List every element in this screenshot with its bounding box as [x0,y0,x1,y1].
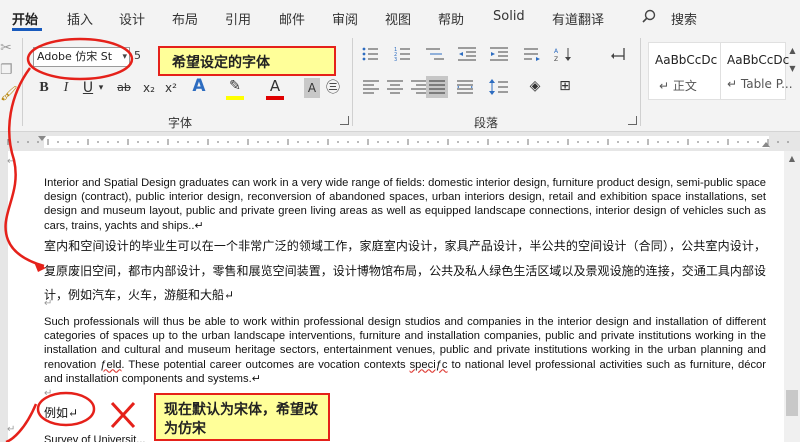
margin-mark: ↵ [7,156,16,167]
format-painter-icon[interactable]: 🖌 [0,84,18,104]
increase-indent-icon[interactable] [490,46,512,62]
text-effects-icon[interactable]: A [190,76,208,96]
group-separator [22,38,23,126]
chevron-down-icon[interactable]: ▼ [785,60,800,78]
superscript-icon[interactable]: x² [162,78,180,98]
align-center-icon[interactable] [386,78,406,96]
chevron-down-icon[interactable]: ▾ [122,48,127,66]
justify-icon[interactable] [426,76,448,98]
decrease-indent-icon[interactable] [458,46,480,62]
paragraph-mark: ↵ [44,298,53,309]
svg-text:A: A [554,48,559,55]
search-label[interactable]: 搜索 [671,9,697,28]
tab-youdao-translate[interactable]: 有道翻译 [552,9,604,28]
enclose-characters-icon[interactable]: ㊂ [324,78,342,98]
font-dialog-launcher-icon[interactable] [340,116,349,125]
ribbon-home: ✂ ❐ 🖌 Adobe 仿宋 St ▾ 5 B I U ▾ ab x₂ x² A… [0,32,800,132]
character-shading-icon[interactable]: A [304,78,320,98]
tab-design[interactable]: 设计 [119,9,145,28]
copy-icon[interactable]: ❐ [0,60,13,80]
tab-view[interactable]: 视图 [385,9,411,28]
shading-icon[interactable]: ◈ [526,76,544,96]
highlight-color-icon[interactable]: ✎ [226,76,244,96]
font-color-icon[interactable]: A [266,76,284,96]
sort-icon[interactable]: AZ [554,46,576,62]
distributed-icon[interactable] [456,78,476,96]
style-table-paragraph[interactable]: AaBbCcDc ↵ Table P... [720,42,793,100]
borders-icon[interactable]: ⊞ [556,76,574,96]
tab-references[interactable]: 引用 [225,9,251,28]
paragraph-group-label: 段落 [474,116,499,130]
style-name: ↵ Table P... [727,77,793,91]
scroll-up-icon[interactable]: ▲ [786,154,798,163]
style-sample: AaBbCcDc [727,53,790,67]
cut-icon[interactable]: ✂ [0,38,12,58]
chevron-up-icon[interactable]: ▲ [785,42,800,60]
annotation-callout-font: 希望设定的字体 [158,46,336,76]
styles-gallery-scroll[interactable]: ▲ ▼ [785,42,800,100]
annotation-callout-default: 现在默认为宋体，希望改为仿宋 [154,393,330,441]
scrollbar-thumb[interactable] [786,390,798,416]
group-separator [352,38,353,126]
ruler-ticks [7,136,789,147]
paragraph-text: . These potential career outcomes are vo… [121,358,410,371]
show-formatting-marks-icon[interactable] [610,46,628,62]
line-spacing-icon[interactable] [488,78,510,96]
svg-text:Z: Z [554,56,558,62]
misspelled-word[interactable]: speciƒc [410,359,448,371]
font-name-value: Adobe 仿宋 St [37,50,113,63]
style-normal[interactable]: AaBbCcDc ↵ 正文 [648,42,726,100]
tab-review[interactable]: 审阅 [332,9,358,28]
misspelled-word[interactable]: ƒeld [100,359,121,371]
paragraph-mark: ↵ [44,388,53,399]
font-color-swatch [266,96,284,100]
horizontal-ruler[interactable] [0,133,800,151]
bullets-icon[interactable] [362,46,384,62]
font-name-combo[interactable]: Adobe 仿宋 St ▾ [33,47,130,67]
tab-home[interactable]: 开始 [12,9,38,28]
chevron-down-icon[interactable]: ▾ [96,78,106,98]
tab-layout[interactable]: 布局 [172,9,198,28]
right-indent-marker-icon[interactable] [762,142,770,147]
ribbon-tab-bar: 开始 插入 设计 布局 引用 邮件 审阅 视图 帮助 Solid 有道翻译 搜索 [0,0,800,32]
numbering-icon[interactable]: 1 2 3 [394,46,416,62]
bold-icon[interactable]: B [36,78,52,98]
tab-mailings[interactable]: 邮件 [279,9,305,28]
partial-heading[interactable]: Survey of Universit... [44,434,145,442]
tab-insert[interactable]: 插入 [67,9,93,28]
paragraph-english-2[interactable]: Such professionals will thus be able to … [44,315,766,386]
italic-icon[interactable]: I [58,78,74,98]
underline-icon[interactable]: U [80,78,96,98]
tab-help[interactable]: 帮助 [438,9,464,28]
paragraph-chinese[interactable]: 室内和空间设计的毕业生可以在一个非常广泛的领域工作，家庭室内设计，家具产品设计，… [44,234,766,308]
align-left-icon[interactable] [362,78,382,96]
example-text[interactable]: 例如↵ [44,404,78,421]
search-icon[interactable] [642,9,656,23]
tab-solid[interactable]: Solid [493,9,525,24]
paragraph-english-1[interactable]: Interior and Spatial Design graduates ca… [44,176,766,233]
indent-marker-icon[interactable] [38,136,46,141]
svg-text:3: 3 [394,57,397,62]
strikethrough-icon[interactable]: ab [114,78,134,98]
font-group-label: 字体 [168,116,193,130]
style-name: ↵ 正文 [659,79,697,93]
multilevel-list-icon[interactable] [426,46,448,62]
chinese-layout-icon[interactable] [522,46,544,62]
margin-mark: ↵ [7,424,16,435]
subscript-icon[interactable]: x₂ [140,78,158,98]
paragraph-dialog-launcher-icon[interactable] [628,116,637,125]
active-tab-indicator [12,28,42,31]
style-sample: AaBbCcDc [655,53,718,67]
font-size-field[interactable]: 5 [134,49,141,62]
group-separator [640,38,641,126]
highlight-color-swatch [226,96,244,100]
